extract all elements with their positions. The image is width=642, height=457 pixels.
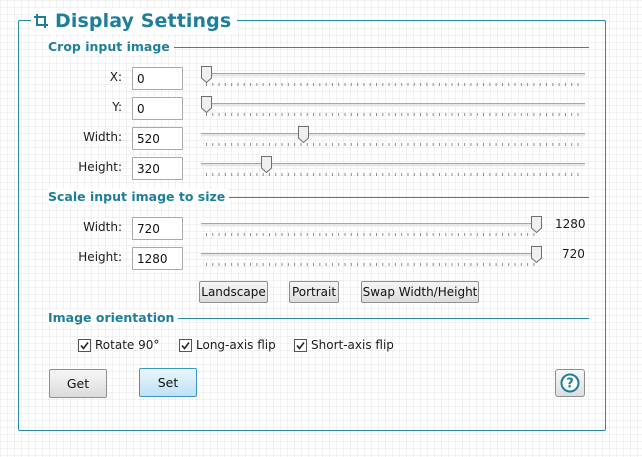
portrait-button[interactable]: Portrait <box>289 281 339 303</box>
crop-height-label: Height: <box>78 160 122 174</box>
checkmark-icon <box>181 341 190 350</box>
slider-ticks <box>206 173 580 176</box>
scale-section-title: Scale input image to size <box>48 189 230 204</box>
scale-width-slider[interactable] <box>201 216 542 240</box>
slider-ticks <box>206 83 580 86</box>
crop-y-slider[interactable] <box>201 96 585 120</box>
crop-x-slider[interactable] <box>201 66 585 90</box>
slider-ticks <box>206 113 580 116</box>
slider-ticks <box>206 143 580 146</box>
checkbox-box[interactable] <box>179 338 192 352</box>
crop-section-title: Crop input image <box>48 39 174 54</box>
crop-width-slider[interactable] <box>201 126 585 150</box>
slider-thumb[interactable] <box>201 66 212 83</box>
slider-track <box>201 73 585 77</box>
crop-icon <box>34 14 48 28</box>
crop-width-label: Width: <box>83 130 122 144</box>
swap-width-height-button[interactable]: Swap Width/Height <box>361 281 479 303</box>
slider-ticks <box>206 263 536 266</box>
slider-ticks <box>206 233 536 236</box>
checkmark-icon <box>296 341 305 350</box>
panel-title: Display Settings <box>55 10 232 32</box>
short-axis-flip-label: Short-axis flip <box>311 338 394 352</box>
checkmark-icon <box>80 341 89 350</box>
landscape-button[interactable]: Landscape <box>199 281 268 303</box>
slider-thumb[interactable] <box>201 96 212 113</box>
get-button[interactable]: Get <box>49 369 107 398</box>
crop-height-input[interactable] <box>132 157 183 180</box>
crop-x-input[interactable] <box>132 67 183 90</box>
scale-height-max-label: 720 <box>562 247 585 261</box>
crop-height-slider[interactable] <box>201 156 585 180</box>
scale-width-input[interactable] <box>132 217 183 240</box>
help-icon: ? <box>560 373 580 393</box>
set-button[interactable]: Set <box>139 368 197 397</box>
slider-track <box>201 133 585 137</box>
rotate-90-label: Rotate 90° <box>95 338 160 352</box>
slider-thumb[interactable] <box>298 126 310 143</box>
long-axis-flip-checkbox[interactable]: Long-axis flip <box>179 338 276 352</box>
crop-width-input[interactable] <box>132 127 183 150</box>
long-axis-flip-label: Long-axis flip <box>196 338 276 352</box>
checkbox-box[interactable] <box>78 338 91 352</box>
scale-height-slider[interactable] <box>201 246 542 270</box>
panel-header: Display Settings <box>31 8 238 34</box>
slider-track <box>201 163 585 167</box>
slider-thumb[interactable] <box>260 156 272 173</box>
scale-height-label: Height: <box>78 250 122 264</box>
crop-x-label: X: <box>109 70 122 84</box>
slider-track <box>201 223 541 227</box>
svg-text:?: ? <box>566 377 574 392</box>
scale-width-max-label: 1280 <box>555 217 586 231</box>
slider-thumb[interactable] <box>531 216 542 233</box>
crop-y-input[interactable] <box>132 97 183 120</box>
slider-track <box>201 103 585 107</box>
crop-y-label: Y: <box>112 100 122 114</box>
scale-height-input[interactable] <box>132 247 183 270</box>
checkbox-box[interactable] <box>294 338 307 352</box>
slider-track <box>201 253 541 257</box>
slider-thumb[interactable] <box>531 246 542 263</box>
scale-width-label: Width: <box>83 220 122 234</box>
orientation-section-title: Image orientation <box>48 310 179 325</box>
short-axis-flip-checkbox[interactable]: Short-axis flip <box>294 338 394 352</box>
help-button[interactable]: ? <box>555 369 585 397</box>
rotate-90-checkbox[interactable]: Rotate 90° <box>78 338 159 352</box>
